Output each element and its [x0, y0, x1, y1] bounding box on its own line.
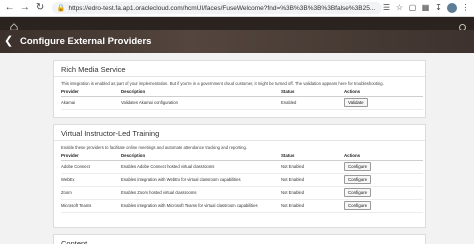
table-row: Akamai Validates Akamai configuration En…	[61, 96, 423, 110]
providers-table: Provider Description Status Actions Akam…	[61, 88, 423, 110]
providers-table: Provider Description Status Actions Adob…	[61, 152, 423, 213]
download-icon[interactable]: ↧	[434, 4, 443, 13]
configure-button[interactable]: Configure	[344, 188, 372, 197]
description-cell: Enables integration with WebEx for virtu…	[121, 173, 281, 187]
reload-icon[interactable]: ↻	[35, 2, 46, 14]
validate-button[interactable]: Validate	[344, 98, 368, 107]
description-cell: Enables integration with Microsoft Teams…	[121, 199, 281, 213]
bookmark-star-icon[interactable]: ☆	[395, 4, 404, 13]
vilt-panel: Virtual Instructor-Led Training Enable t…	[53, 124, 426, 228]
back-arrow-icon[interactable]: ←	[4, 2, 15, 14]
column-header: Status	[281, 152, 344, 161]
column-header: Description	[121, 152, 281, 161]
address-bar[interactable]: 🔒 https://edro-test.fa.ap1.oraclecloud.c…	[51, 2, 382, 14]
status-cell: Not Enabled	[281, 173, 344, 187]
table-row: Adobe Connect Enables Adobe Connect host…	[61, 160, 423, 174]
status-cell: Not Enabled	[281, 186, 344, 200]
section-description: Enable these providers to facilitate onl…	[61, 145, 247, 150]
section-description: This integration is enabled as part of y…	[61, 81, 384, 86]
column-header: Actions	[344, 88, 423, 97]
section-title: Virtual Instructor-Led Training	[54, 125, 425, 141]
main-content: Rich Media Service This integration is e…	[0, 53, 474, 244]
configure-button[interactable]: Configure	[344, 162, 372, 171]
puzzle-icon[interactable]: ▦	[421, 4, 430, 13]
column-header: Status	[281, 88, 344, 97]
provider-cell: WebEx	[61, 173, 121, 187]
status-cell: Not Enabled	[281, 199, 344, 213]
configure-button[interactable]: Configure	[344, 175, 372, 184]
provider-cell: Microsoft Teams	[61, 199, 121, 213]
page-title: Configure External Providers	[20, 36, 152, 47]
browser-toolbar: ← → ↻ 🔒 https://edro-test.fa.ap1.oraclec…	[0, 0, 474, 17]
rich-media-panel: Rich Media Service This integration is e…	[53, 60, 426, 118]
profile-avatar[interactable]	[447, 3, 457, 13]
description-cell: Validates Akamai configuration	[121, 96, 281, 110]
provider-cell: Adobe Connect	[61, 160, 121, 174]
extensions-icon[interactable]: ☰	[382, 4, 391, 13]
section-title: Rich Media Service	[54, 61, 425, 77]
url-text: https://edro-test.fa.ap1.oraclecloud.com…	[68, 4, 376, 12]
menu-dots-icon[interactable]: ⋮	[461, 4, 470, 13]
section-title: Content	[61, 239, 88, 244]
title-band: ❮ Configure External Providers	[0, 30, 474, 53]
table-row: WebEx Enables integration with WebEx for…	[61, 173, 423, 187]
back-chevron-icon[interactable]: ❮	[4, 36, 14, 47]
description-cell: Enables Adobe Connect hosted virtual cla…	[121, 160, 281, 174]
column-header: Actions	[344, 152, 423, 161]
forward-arrow-icon[interactable]: →	[19, 2, 30, 14]
tab-icon[interactable]: ▢	[408, 4, 417, 13]
table-row: Microsoft Teams Enables integration with…	[61, 199, 423, 213]
lock-icon: 🔒	[56, 5, 66, 12]
provider-cell: Akamai	[61, 96, 121, 110]
status-cell: Enabled	[281, 96, 344, 110]
column-header: Provider	[61, 152, 121, 161]
provider-cell: Zoom	[61, 186, 121, 200]
column-header: Provider	[61, 88, 121, 97]
configure-button[interactable]: Configure	[344, 201, 372, 210]
status-cell: Not Enabled	[281, 160, 344, 174]
description-cell: Enables Zoom hosted virtual classrooms	[121, 186, 281, 200]
column-header: Description	[121, 88, 281, 97]
table-row: Zoom Enables Zoom hosted virtual classro…	[61, 186, 423, 200]
content-panel: Content	[53, 234, 426, 244]
